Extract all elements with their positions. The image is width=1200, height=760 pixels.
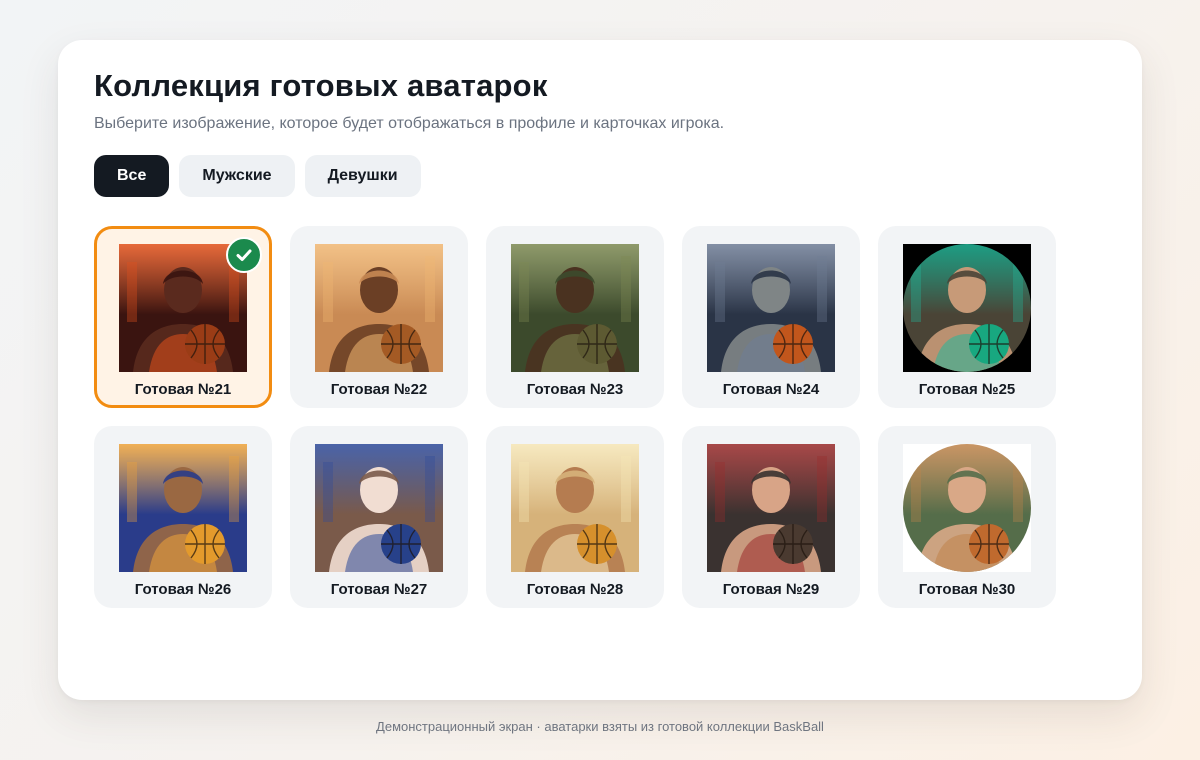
- hat-girl-icon: [903, 444, 1031, 572]
- avatar-tile[interactable]: Готовая №24: [682, 226, 860, 408]
- avatar-tile[interactable]: Готовая №26: [94, 426, 272, 608]
- goddess-girl-icon: [511, 444, 639, 572]
- avatar-label: Готовая №21: [134, 381, 232, 398]
- avatar-image: [119, 444, 247, 572]
- avatar-image: [903, 244, 1031, 372]
- page-subtitle: Выберите изображение, которое будет отоб…: [94, 115, 725, 132]
- filter-all-button[interactable]: Все: [94, 155, 170, 197]
- steampunk-player-icon: [903, 244, 1031, 372]
- filter-female-button[interactable]: Девушки: [304, 155, 421, 197]
- avatar-image: [707, 444, 835, 572]
- avatar-tile[interactable]: Готовая №30: [878, 426, 1056, 608]
- avatar-collection-card: Коллекция готовых аватарок Выберите изоб…: [58, 40, 1142, 700]
- gargoyle-player-icon: [707, 244, 835, 372]
- avatar-image: [707, 244, 835, 372]
- filter-tabs: Все Мужские Девушки: [94, 155, 421, 197]
- blue-hair-girl-icon: [119, 444, 247, 572]
- footer-note: Демонстрационный экран · аватарки взяты …: [376, 719, 824, 734]
- red-jacket-girl-icon: [707, 444, 835, 572]
- avatar-label: Готовая №29: [722, 581, 820, 598]
- avatar-label: Готовая №26: [134, 581, 232, 598]
- avatar-image: [511, 444, 639, 572]
- avatar-grid: Готовая №21 Готовая №22 Готовая №23 Готовая…: [94, 226, 1056, 608]
- avatar-label: Готовая №27: [330, 581, 428, 598]
- avatar-label: Готовая №30: [918, 581, 1016, 598]
- avatar-label: Готовая №28: [526, 581, 624, 598]
- filter-male-button[interactable]: Мужские: [179, 155, 295, 197]
- avatar-tile[interactable]: Готовая №23: [486, 226, 664, 408]
- aviator-player-icon: [315, 244, 443, 372]
- avatar-label: Готовая №22: [330, 381, 428, 398]
- avatar-label: Готовая №23: [526, 381, 624, 398]
- selected-check-icon: [226, 237, 262, 273]
- avatar-image: [315, 444, 443, 572]
- avatar-tile[interactable]: Готовая №27: [290, 426, 468, 608]
- avatar-tile[interactable]: Готовая №29: [682, 426, 860, 608]
- page-title: Коллекция готовых аватарок: [94, 68, 548, 103]
- avatar-label: Готовая №24: [722, 381, 820, 398]
- armored-knight-icon: [511, 244, 639, 372]
- avatar-label: Готовая №25: [918, 381, 1016, 398]
- avatar-image: [511, 244, 639, 372]
- avatar-image: [903, 444, 1031, 572]
- avatar-image: [315, 244, 443, 372]
- avatar-tile[interactable]: Готовая №22: [290, 226, 468, 408]
- avatar-tile[interactable]: Готовая №21: [94, 226, 272, 408]
- avatar-tile[interactable]: Готовая №25: [878, 226, 1056, 408]
- porcelain-girl-icon: [315, 444, 443, 572]
- avatar-tile[interactable]: Готовая №28: [486, 426, 664, 608]
